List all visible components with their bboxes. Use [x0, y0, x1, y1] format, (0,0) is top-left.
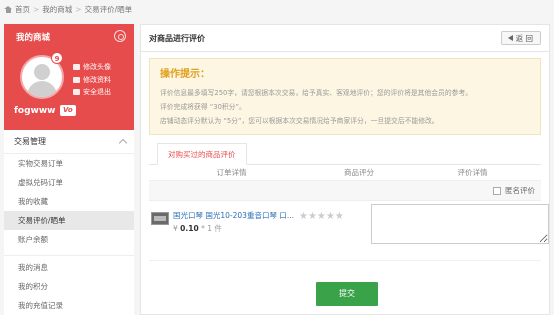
tip-line: 店铺动态评分默认为 “5分”，您可以根据本次交易情况给予商家评分，一旦提交后不能…: [160, 117, 439, 125]
column-order-detail: 订单详情: [216, 168, 247, 177]
anonymous-row: 匿名评价: [149, 181, 541, 201]
goods-thumbnail[interactable]: [151, 212, 169, 225]
tip-line: 评价信息最多填写250字，请您根据本次交易，给予真实、客观地评价；您的评价将是其…: [160, 89, 473, 97]
vip-badge: Vo: [60, 105, 76, 116]
sidebar-item-messages[interactable]: 我的消息: [4, 258, 134, 277]
logout-link[interactable]: 安全退出: [73, 86, 111, 99]
edit-profile-link[interactable]: 修改资料: [73, 74, 111, 87]
breadcrumb-mall[interactable]: 我的商城: [42, 4, 72, 15]
sidebar-item-orders[interactable]: 实物交易订单: [4, 154, 134, 173]
goods-price: ¥ 0.10 * 1 件: [173, 223, 222, 234]
price-value: 0.10: [180, 224, 199, 233]
username: fogwww: [14, 106, 56, 116]
profile-links: 修改头像 修改资料 安全退出: [73, 61, 111, 99]
page-title: 对商品进行评价: [149, 33, 205, 43]
back-button-label: 返 回: [515, 33, 533, 43]
sidebar-item-reviews[interactable]: 交易评价/晒单: [4, 211, 134, 230]
anonymous-checkbox[interactable]: [493, 186, 501, 195]
home-icon: [4, 5, 12, 13]
edit-profile-label: 修改资料: [83, 75, 111, 84]
currency-symbol: ¥: [173, 224, 178, 233]
avatar-body: [27, 81, 57, 97]
sidebar-item-balance[interactable]: 账户余额: [4, 230, 134, 249]
submit-button[interactable]: 提交: [316, 282, 378, 306]
sidebar-item-recharge[interactable]: 我的充值记录: [4, 296, 134, 315]
column-review-detail: 评价详情: [457, 168, 488, 177]
star-rating[interactable]: ★★★★★: [299, 211, 344, 222]
tab-bar: 对购买过的商品评价: [149, 143, 541, 165]
breadcrumb-separator: >: [33, 4, 40, 14]
table-row: 国光口琴 国光10-203重音口琴 口... ¥ 0.10 * 1 件 ★★★★…: [149, 201, 549, 261]
main-panel: 对商品进行评价 返 回 操作提示： 评价信息最多填写250字，请您根据本次交易，…: [140, 24, 550, 315]
logout-label: 安全退出: [83, 88, 111, 96]
avatar-head: [34, 64, 50, 80]
anonymous-label[interactable]: 匿名评价: [505, 185, 535, 196]
back-arrow-icon: [507, 35, 513, 41]
menu-divider: [4, 249, 134, 256]
tip-box: 操作提示： 评价信息最多填写250字，请您根据本次交易，给予真实、客观地评价；您…: [149, 58, 541, 135]
tip-line: 评价完成将获得 “30积分”。: [160, 103, 246, 111]
camera-icon: [73, 64, 80, 71]
tab-review-goods[interactable]: 对购买过的商品评价: [157, 143, 247, 165]
main-header: 对商品进行评价 返 回: [141, 25, 549, 52]
power-icon: [73, 89, 80, 96]
breadcrumb-home[interactable]: 首页: [15, 4, 30, 15]
chevron-up-icon: [118, 138, 128, 148]
profile-title: 我的商城: [16, 33, 51, 43]
menu-section-label: 交易管理: [14, 137, 46, 146]
breadcrumb-separator: >: [75, 4, 82, 14]
pencil-icon: [73, 76, 80, 83]
quantity: * 1 件: [201, 224, 222, 233]
breadcrumb-current: 交易评价/晒单: [84, 4, 133, 14]
table-header: 订单详情 商品评分 评价详情: [149, 165, 541, 181]
goods-name-link[interactable]: 国光口琴 国光10-203重音口琴 口...: [173, 210, 294, 221]
sidebar-item-points[interactable]: 我的积分: [4, 277, 134, 296]
menu-section-head[interactable]: 交易管理: [4, 130, 134, 154]
column-goods-score: 商品评分: [344, 168, 374, 177]
edit-avatar-label: 修改头像: [83, 63, 111, 71]
gear-icon[interactable]: [114, 30, 126, 42]
tip-title: 操作提示：: [160, 69, 210, 80]
review-textarea[interactable]: [371, 204, 549, 244]
edit-avatar-link[interactable]: 修改头像: [73, 61, 111, 74]
menu-trade: 交易管理 实物交易订单 虚拟兑码订单 我的收藏 交易评价/晒单 账户余额 我的消…: [4, 130, 134, 315]
message-count-badge[interactable]: 9: [51, 52, 63, 64]
breadcrumb: 首页 > 我的商城 > 交易评价/晒单: [4, 3, 132, 15]
back-button[interactable]: 返 回: [500, 31, 541, 45]
sidebar-item-favorites[interactable]: 我的收藏: [4, 192, 134, 211]
sidebar-item-virtual-orders[interactable]: 虚拟兑码订单: [4, 173, 134, 192]
sidebar: 我的商城 9 修改头像 修改资料 安全退出 fogwww Vo 交易管理 实物交…: [4, 24, 134, 315]
profile-panel: 我的商城 9 修改头像 修改资料 安全退出 fogwww Vo: [4, 24, 134, 130]
